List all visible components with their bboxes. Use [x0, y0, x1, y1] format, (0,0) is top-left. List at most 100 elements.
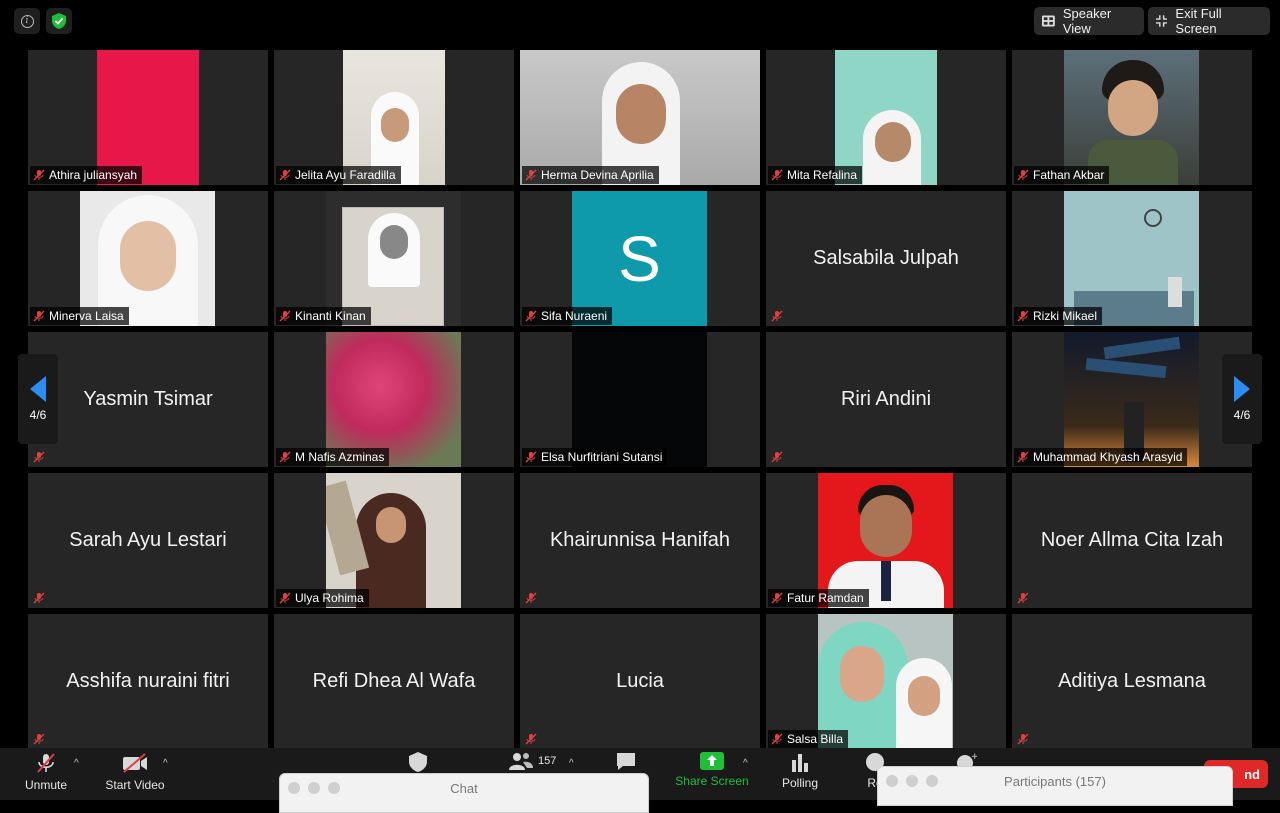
participant-tile[interactable]: Sarah Ayu Lestari [28, 473, 268, 608]
encryption-status-button[interactable] [46, 8, 72, 34]
video-off-icon [123, 753, 147, 773]
participant-tile[interactable]: Lucia [520, 614, 760, 749]
exit-full-screen-label: Exit Full Screen [1175, 6, 1222, 36]
participant-big-name: Refi Dhea Al Wafa [312, 670, 476, 692]
video-options-caret[interactable]: ^ [163, 758, 168, 769]
participant-name-label: M Nafis Azminas [276, 448, 390, 466]
participant-avatar: S [572, 191, 707, 326]
share-options-caret[interactable]: ^ [743, 758, 748, 769]
participant-tile[interactable]: Ulya Rohima [274, 473, 514, 608]
participant-tile[interactable]: Minerva Laisa [28, 191, 268, 326]
participant-name-label: Sifa Nuraeni [522, 307, 613, 325]
participant-video [572, 332, 707, 467]
audio-options-caret[interactable]: ^ [74, 758, 79, 769]
participant-name-label: Athira juliansyah [30, 166, 143, 184]
participant-tile[interactable]: M Nafis Azminas [274, 332, 514, 467]
participant-video [80, 191, 215, 326]
participant-name-label: Jelita Ayu Faradilla [276, 166, 401, 184]
participant-big-name: Asshifa nuraini fitri [66, 670, 230, 692]
mic-muted-icon [771, 733, 783, 745]
mic-muted-icon [279, 169, 291, 181]
security-button[interactable] [406, 752, 430, 772]
participant-tile[interactable]: Yasmin Tsimar [28, 332, 268, 467]
participant-name-label: Mita Refalina [768, 166, 863, 184]
exit-full-screen-button[interactable]: Exit Full Screen [1148, 6, 1270, 36]
mic-muted-icon [1017, 592, 1029, 604]
participant-video [326, 191, 461, 326]
mic-muted-icon [33, 592, 45, 604]
mic-muted-icon [771, 592, 783, 604]
shield-icon [409, 752, 427, 772]
participants-options-caret[interactable]: ^ [569, 758, 574, 769]
participant-big-name: Aditiya Lesmana [1058, 670, 1206, 692]
participant-name-label: Elsa Nurfitriani Sutansi [522, 448, 668, 466]
participant-tile[interactable]: Asshifa nuraini fitri [28, 614, 268, 749]
participant-mute-status [522, 730, 542, 748]
avatar-letter: S [618, 222, 661, 295]
participant-big-name: Khairunnisa Hanifah [549, 529, 731, 551]
participant-tile[interactable]: Aditiya Lesmana [1012, 614, 1252, 749]
unmute-button[interactable]: Unmute [22, 752, 70, 792]
end-label: nd [1244, 766, 1260, 782]
speaker-view-button[interactable]: Speaker View [1034, 6, 1144, 36]
participant-tile[interactable]: S Sifa Nuraeni [520, 191, 760, 326]
previous-page-button[interactable]: 4/6 [18, 354, 58, 444]
participant-tile[interactable]: Kinanti Kinan [274, 191, 514, 326]
participant-tile[interactable]: Salsabila Julpah [766, 191, 1006, 326]
participant-tile[interactable]: Athira juliansyah [28, 50, 268, 185]
participant-video [1064, 332, 1199, 467]
polling-button[interactable]: Polling [778, 752, 822, 790]
chat-window-title: Chat [450, 781, 478, 796]
participant-tile[interactable]: Fatur Ramdan [766, 473, 1006, 608]
participant-tile[interactable]: Refi Dhea Al Wafa [274, 614, 514, 749]
mic-muted-icon [33, 310, 45, 322]
participant-tile[interactable]: Jelita Ayu Faradilla [274, 50, 514, 185]
mic-muted-icon [1017, 169, 1029, 181]
share-screen-button[interactable]: Share Screen [672, 752, 752, 788]
mic-muted-icon [33, 451, 45, 463]
mic-muted-icon [279, 592, 291, 604]
meeting-info-button[interactable]: i [14, 8, 40, 34]
chat-button[interactable] [614, 752, 638, 772]
exit-fullscreen-icon [1156, 15, 1168, 27]
participant-video [520, 50, 760, 185]
start-video-button[interactable]: Start Video [100, 752, 170, 792]
participant-tile[interactable]: Khairunnisa Hanifah [520, 473, 760, 608]
mic-muted-icon [279, 310, 291, 322]
participant-name-label: Herma Devina Aprilia [522, 166, 659, 184]
mic-muted-icon [1017, 310, 1029, 322]
mic-muted-icon [525, 592, 537, 604]
participant-video [97, 50, 199, 185]
participant-tile[interactable]: Salsa Billa [766, 614, 1006, 749]
mic-muted-icon [37, 753, 55, 773]
participants-icon [509, 753, 533, 770]
participant-big-name: Salsabila Julpah [813, 247, 959, 269]
participant-tile[interactable]: Fathan Akbar [1012, 50, 1252, 185]
svg-text:+: + [971, 752, 977, 762]
participant-big-name: Sarah Ayu Lestari [69, 529, 227, 551]
participant-mute-status [768, 307, 788, 325]
participant-big-name: Yasmin Tsimar [83, 388, 213, 410]
chat-window[interactable]: Chat [279, 773, 649, 813]
page-indicator-left: 4/6 [29, 408, 47, 422]
mic-muted-icon [771, 169, 783, 181]
polling-chart-icon [792, 754, 808, 772]
participant-tile[interactable]: Elsa Nurfitriani Sutansi [520, 332, 760, 467]
participant-big-name: Lucia [616, 670, 664, 692]
participant-tile[interactable]: Muhammad Khyash Arasyid [1012, 332, 1252, 467]
participant-big-name: Noer Allma Cita Izah [1040, 529, 1224, 551]
participant-video [818, 614, 953, 749]
participant-tile[interactable]: Herma Devina Aprilia [520, 50, 760, 185]
participant-tile[interactable]: Noer Allma Cita Izah [1012, 473, 1252, 608]
arrow-right-icon [1234, 376, 1250, 402]
participants-window[interactable]: Participants (157) [877, 766, 1233, 806]
participant-video [1064, 191, 1199, 326]
participants-button[interactable]: 157 [508, 752, 558, 770]
next-page-button[interactable]: 4/6 [1222, 354, 1262, 444]
participant-tile[interactable]: Mita Refalina [766, 50, 1006, 185]
arrow-left-icon [30, 376, 46, 402]
mic-muted-icon [771, 451, 783, 463]
participants-count: 157 [538, 755, 557, 767]
participant-tile[interactable]: Riri Andini [766, 332, 1006, 467]
participant-tile[interactable]: Rizki Mikael [1012, 191, 1252, 326]
